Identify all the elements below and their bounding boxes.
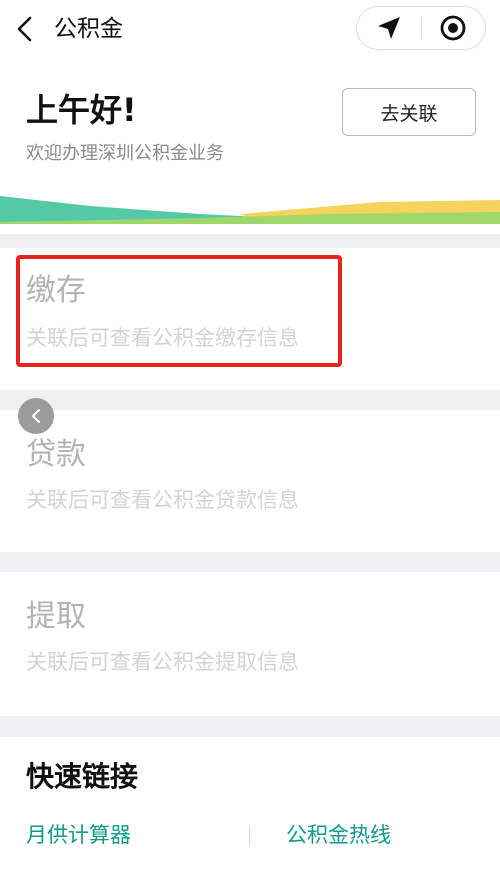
quick-links-section: 快速链接 月供计算器 公积金热线 [0, 737, 500, 874]
quick-links-title: 快速链接 [26, 760, 139, 793]
greeting-subtitle: 欢迎办理深圳公积金业务 [26, 143, 224, 164]
decorative-wave [0, 196, 500, 224]
quick-link-mortgage-calculator[interactable]: 月供计算器 [26, 821, 131, 849]
mini-program-capsule [356, 6, 486, 50]
location-arrow-icon [377, 17, 400, 39]
chevron-left-icon [17, 16, 32, 42]
card-description: 关联后可查看公积金提取信息 [26, 650, 299, 674]
card-withdrawal[interactable]: 提取 关联后可查看公积金提取信息 [0, 572, 500, 716]
greeting-title: 上午好! [26, 91, 137, 129]
card-loan[interactable]: 贷款 关联后可查看公积金贷款信息 [0, 410, 500, 552]
page-title: 公积金 [54, 16, 123, 42]
card-title: 提取 [26, 599, 86, 634]
location-button[interactable] [357, 7, 421, 49]
chevron-left-icon [32, 409, 40, 423]
card-deposit[interactable]: 缴存 关联后可查看公积金缴存信息 [0, 248, 500, 390]
record-circle-icon [440, 15, 466, 41]
quick-link-hotline[interactable]: 公积金热线 [286, 821, 391, 849]
link-account-button[interactable]: 去关联 [342, 88, 476, 136]
close-button[interactable] [422, 7, 486, 49]
quick-links-divider [249, 826, 250, 846]
greeting-header: 上午好! 欢迎办理深圳公积金业务 去关联 [0, 64, 500, 234]
card-title: 贷款 [26, 437, 86, 472]
nav-bar: 公积金 [0, 0, 500, 64]
card-title: 缴存 [26, 273, 86, 308]
card-description: 关联后可查看公积金缴存信息 [26, 326, 299, 350]
card-description: 关联后可查看公积金贷款信息 [26, 488, 299, 512]
back-button[interactable] [10, 14, 40, 44]
floating-back-button[interactable] [18, 398, 54, 434]
